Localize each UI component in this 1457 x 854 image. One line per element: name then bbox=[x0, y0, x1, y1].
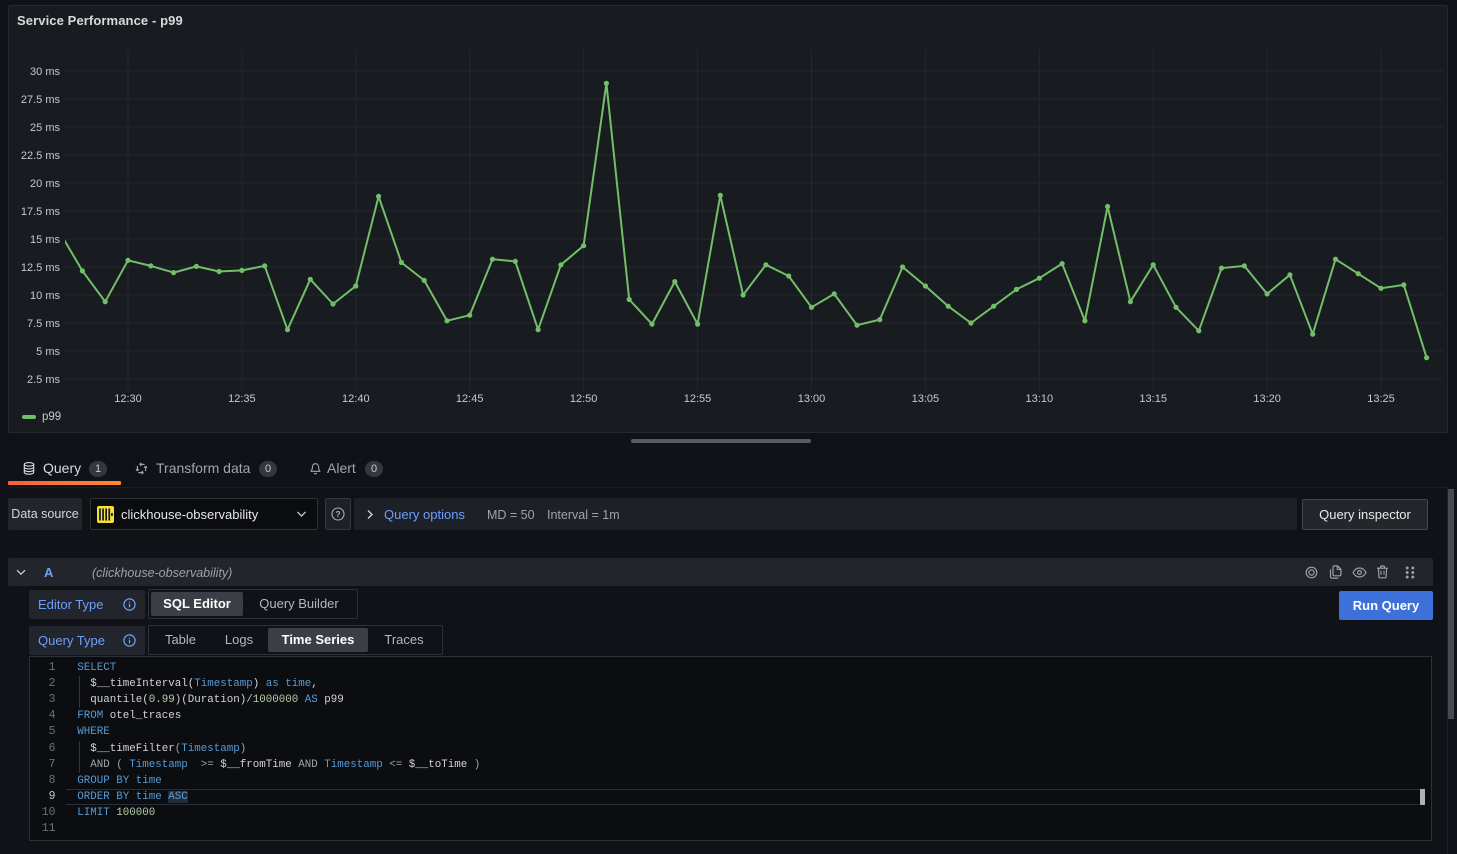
svg-text:12.5 ms: 12.5 ms bbox=[21, 262, 61, 274]
svg-text:7.5 ms: 7.5 ms bbox=[27, 318, 61, 330]
svg-text:12:45: 12:45 bbox=[456, 393, 484, 405]
svg-text:17.5 ms: 17.5 ms bbox=[21, 206, 61, 218]
svg-text:12:35: 12:35 bbox=[228, 393, 256, 405]
svg-text:5 ms: 5 ms bbox=[36, 346, 60, 358]
svg-text:13:10: 13:10 bbox=[1026, 393, 1054, 405]
svg-text:13:25: 13:25 bbox=[1367, 393, 1395, 405]
svg-text:13:05: 13:05 bbox=[912, 393, 940, 405]
svg-text:20 ms: 20 ms bbox=[30, 178, 60, 190]
svg-text:22.5 ms: 22.5 ms bbox=[21, 150, 61, 162]
svg-text:13:00: 13:00 bbox=[798, 393, 826, 405]
svg-text:25 ms: 25 ms bbox=[30, 122, 60, 134]
svg-text:13:20: 13:20 bbox=[1253, 393, 1281, 405]
svg-text:12:40: 12:40 bbox=[342, 393, 370, 405]
svg-text:10 ms: 10 ms bbox=[30, 290, 60, 302]
svg-text:15 ms: 15 ms bbox=[30, 234, 60, 246]
svg-text:2.5 ms: 2.5 ms bbox=[27, 374, 61, 386]
svg-text:13:15: 13:15 bbox=[1139, 393, 1167, 405]
svg-text:12:55: 12:55 bbox=[684, 393, 712, 405]
svg-text:?: ? bbox=[335, 509, 340, 519]
svg-text:12:50: 12:50 bbox=[570, 393, 598, 405]
svg-text:12:30: 12:30 bbox=[114, 393, 142, 405]
svg-text:27.5 ms: 27.5 ms bbox=[21, 94, 61, 106]
svg-text:30 ms: 30 ms bbox=[30, 66, 60, 78]
